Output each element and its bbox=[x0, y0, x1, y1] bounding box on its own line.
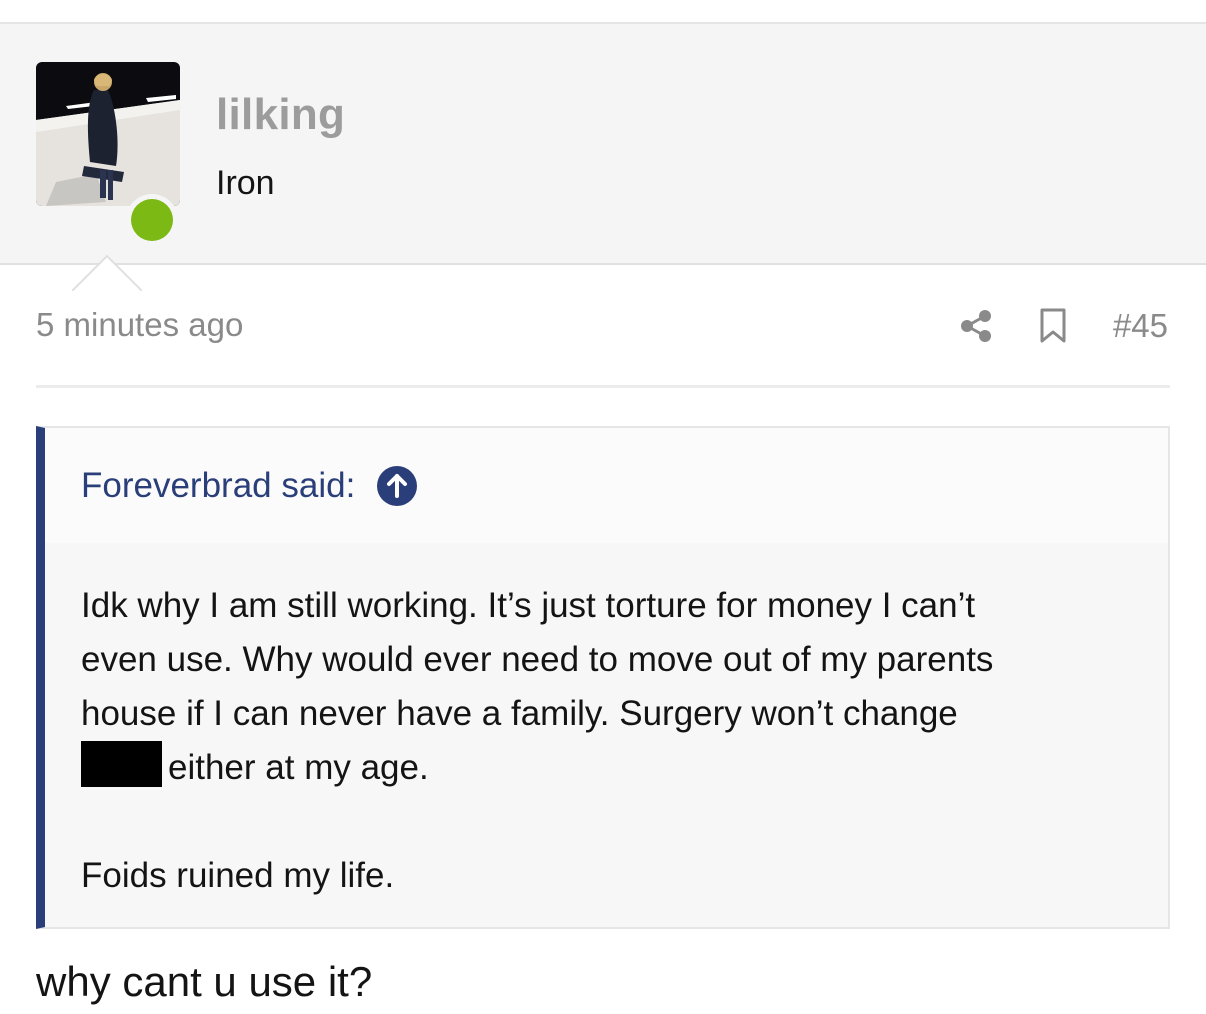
user-block-arrow bbox=[72, 254, 142, 291]
quote-line-text: either at my age. bbox=[168, 748, 429, 787]
quote-author-link[interactable]: Foreverbrad said: bbox=[81, 466, 355, 506]
forum-post: lilking Iron 5 minutes ago #45 Foreverbr… bbox=[0, 0, 1206, 1014]
quote-header: Foreverbrad said: bbox=[45, 428, 1168, 543]
share-icon[interactable] bbox=[959, 309, 993, 343]
message-user-block: lilking Iron bbox=[0, 22, 1206, 291]
arrow-up-icon[interactable] bbox=[377, 465, 418, 506]
online-status-indicator bbox=[126, 194, 178, 246]
quote-line: house if I can never have a family. Surg… bbox=[81, 694, 958, 733]
redaction-box bbox=[81, 741, 162, 787]
avatar[interactable] bbox=[36, 62, 180, 206]
post-number-link[interactable]: #45 bbox=[1113, 307, 1168, 345]
post-actions: #45 bbox=[959, 304, 1168, 348]
quote-line: Idk why I am still working. It’s just to… bbox=[81, 586, 976, 625]
reply-text: why cant u use it? bbox=[36, 958, 373, 1005]
bookmark-icon[interactable] bbox=[1039, 308, 1067, 344]
quote-line: either at my age. bbox=[81, 741, 1132, 795]
quote-block: Foreverbrad said: Idk why I am still wor… bbox=[36, 426, 1170, 929]
avatar-image bbox=[36, 62, 180, 206]
quote-content: Idk why I am still working. It’s just to… bbox=[45, 543, 1168, 903]
post-timestamp[interactable]: 5 minutes ago bbox=[36, 306, 243, 344]
quote-line: even use. Why would ever need to move ou… bbox=[81, 640, 994, 679]
username-link[interactable]: lilking bbox=[216, 90, 345, 140]
quote-paragraph: Foids ruined my life. bbox=[81, 856, 395, 895]
divider bbox=[36, 385, 1170, 388]
user-title: Iron bbox=[216, 164, 275, 202]
